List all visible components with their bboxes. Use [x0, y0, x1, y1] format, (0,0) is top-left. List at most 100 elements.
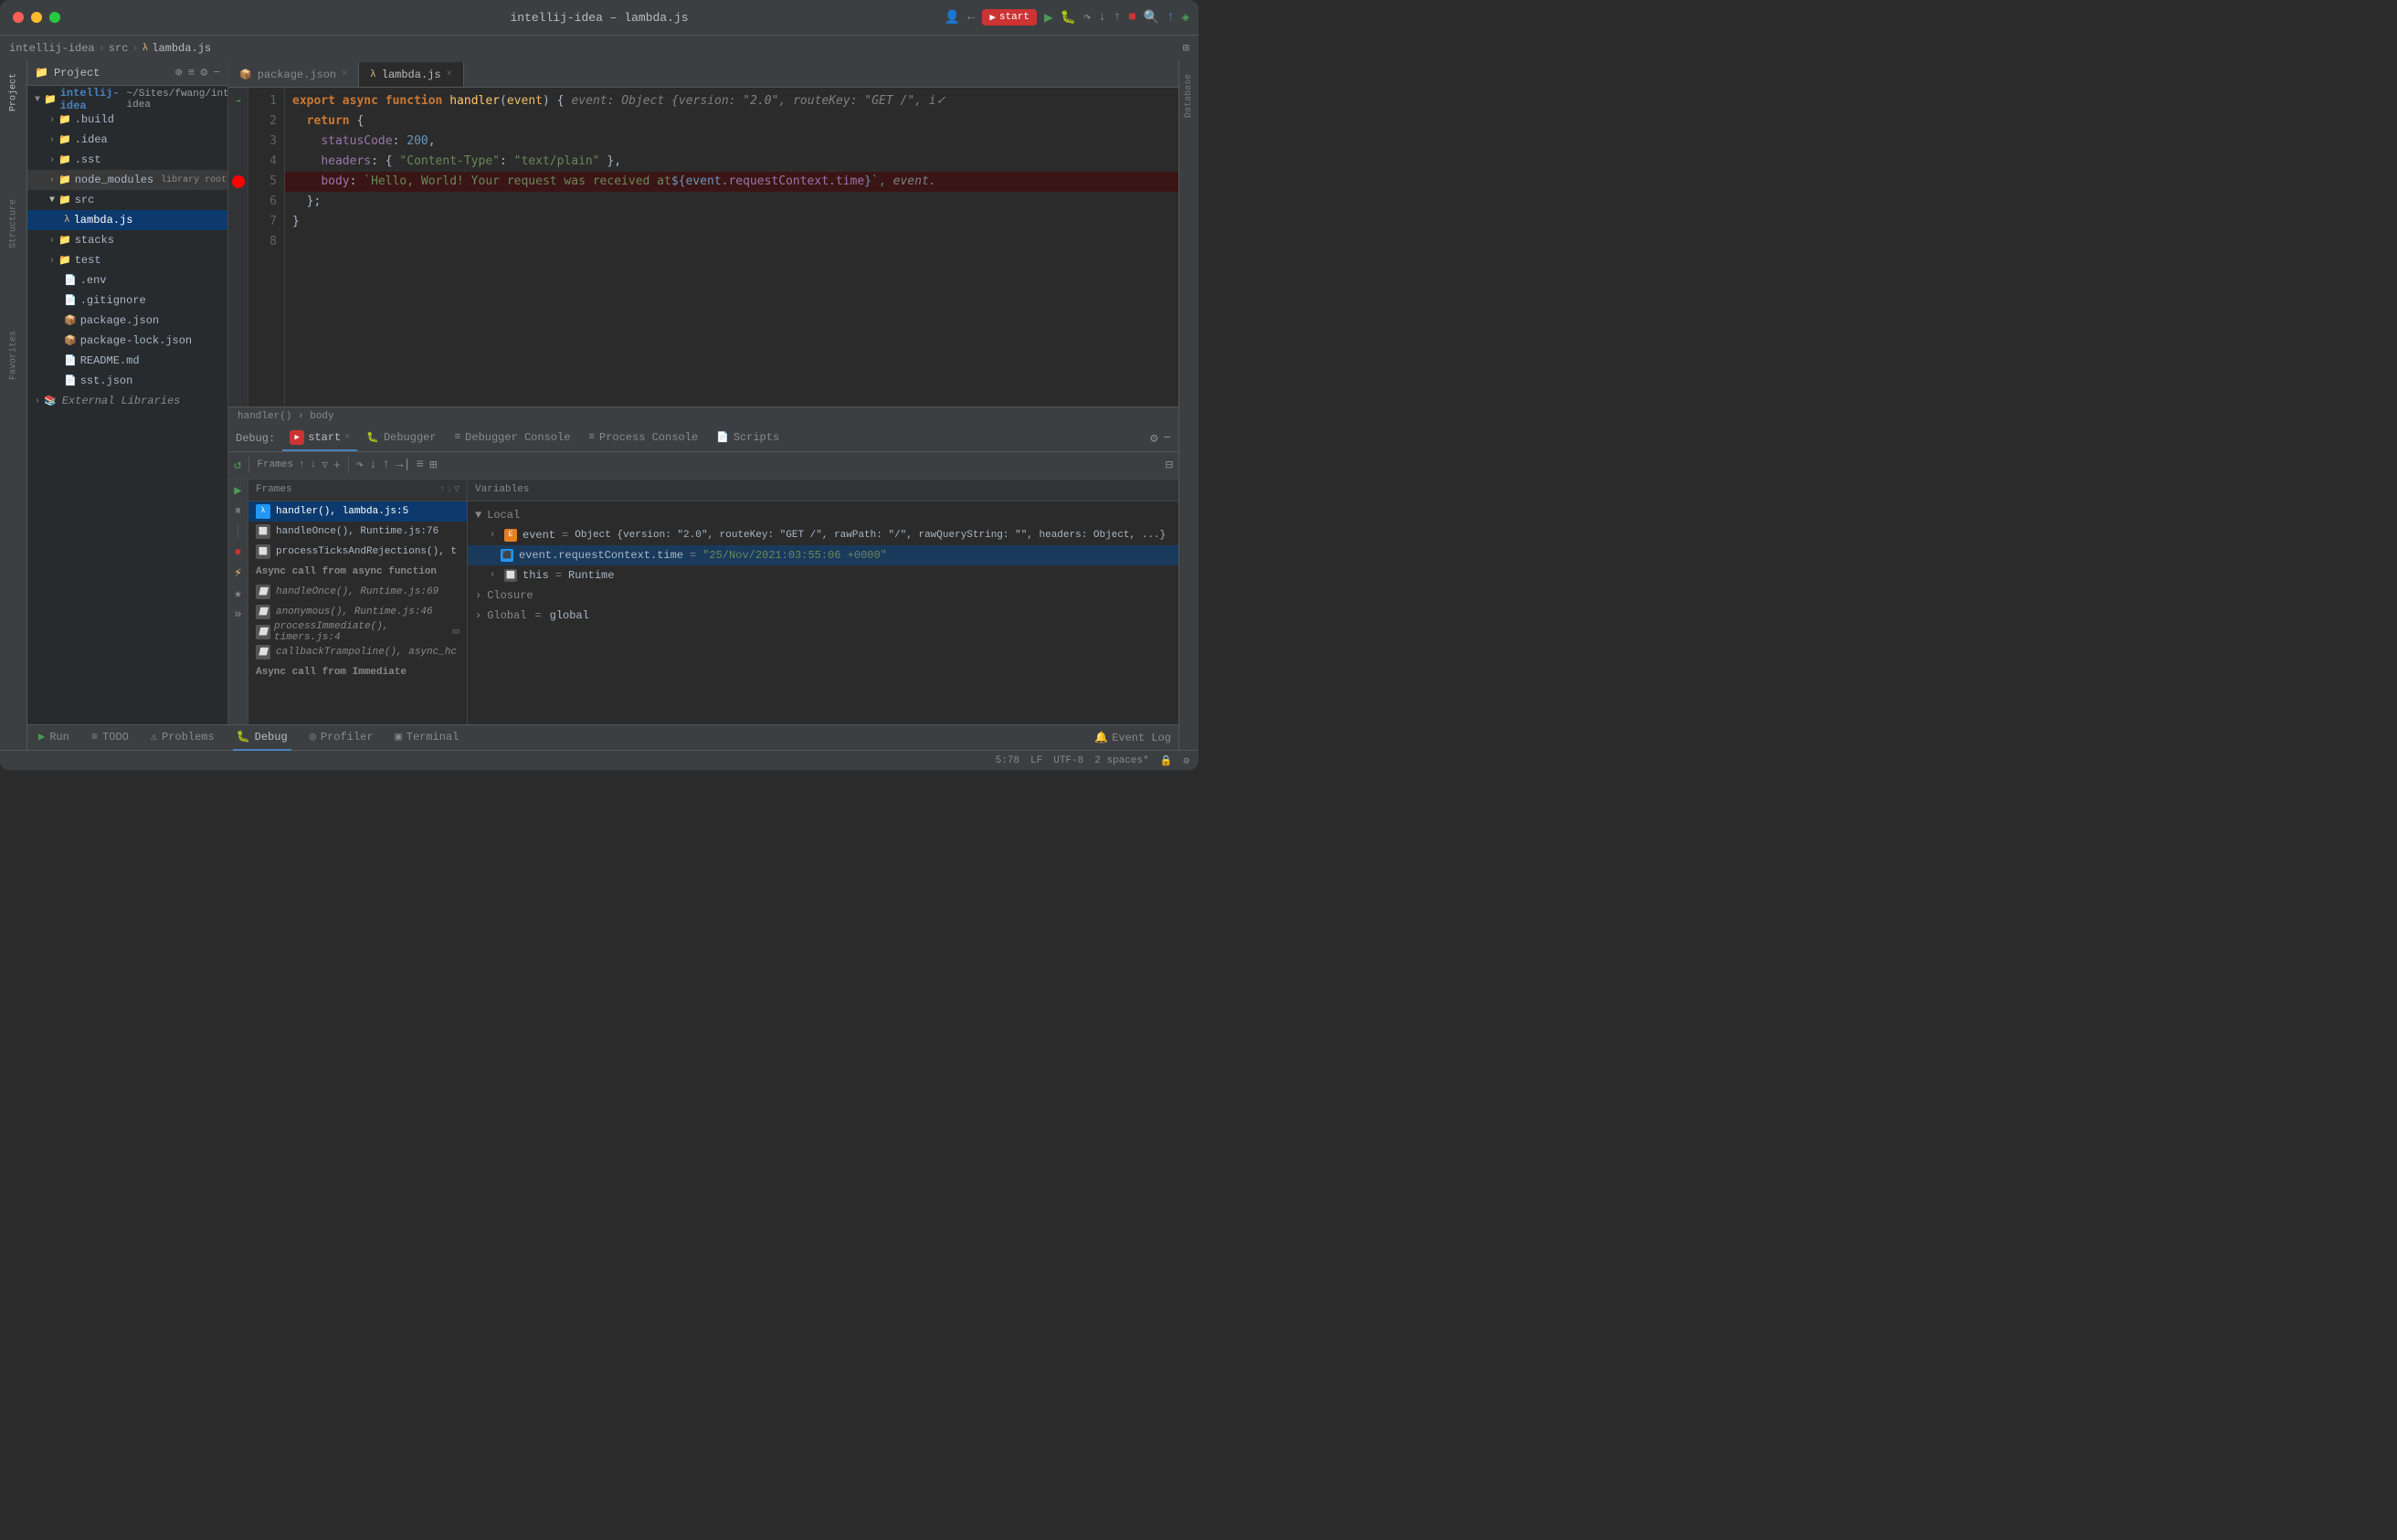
project-tab[interactable]: Project — [3, 65, 25, 120]
run-btn[interactable]: ▶ — [1044, 8, 1053, 26]
frame-handler[interactable]: λ handler(), lambda.js:5 — [248, 501, 467, 522]
var-this[interactable]: › ⬜ this = Runtime — [468, 565, 1178, 585]
breadcrumb-file[interactable]: λ lambda.js — [143, 42, 211, 55]
section-closure[interactable]: › Closure — [468, 585, 1178, 606]
var-event-time[interactable]: ⬛ event.requestContext.time = "25/Nov/20… — [468, 545, 1178, 565]
section-global[interactable]: › Global = global — [468, 606, 1178, 626]
debug-tab-scripts[interactable]: 📄 Scripts — [707, 426, 788, 451]
bottom-tab-terminal[interactable]: ▣ Terminal — [392, 725, 463, 751]
run-to-cursor-btn[interactable]: →| — [396, 458, 411, 472]
tab-close-package-json[interactable]: × — [342, 69, 347, 79]
debug-minimize-icon[interactable]: − — [1164, 431, 1171, 446]
tree-item-src[interactable]: ▼ 📁 src — [27, 190, 227, 210]
tab-close-lambda-js[interactable]: × — [447, 69, 452, 79]
tab-lambda-js[interactable]: λ lambda.js × — [359, 62, 463, 87]
settings-icon-status[interactable]: ⚙ — [1183, 754, 1189, 767]
tree-item-lambda[interactable]: λ lambda.js — [27, 210, 227, 230]
tree-item-idea[interactable]: › 📁 .idea — [27, 130, 227, 150]
tree-item-sst[interactable]: › 📁 .sst — [27, 150, 227, 170]
breadcrumb-actions[interactable]: ⊞ — [1183, 41, 1189, 55]
frames-controls[interactable]: ↑ ↓ ▽ — [439, 484, 459, 495]
session-close[interactable]: × — [344, 433, 350, 443]
line-ending[interactable]: LF — [1030, 755, 1042, 766]
bottom-tab-run[interactable]: ▶ Run — [35, 725, 73, 751]
expand-frames-icon[interactable]: ↑ — [299, 459, 305, 470]
cursor-position[interactable]: 5:78 — [996, 755, 1019, 766]
debug-tab-console[interactable]: ≡ Debugger Console — [446, 426, 580, 451]
tree-item-readme[interactable]: 📄 README.md — [27, 351, 227, 371]
minimize-button[interactable] — [31, 12, 42, 23]
bottom-tab-todo[interactable]: ≡ TODO — [88, 725, 132, 751]
tree-item-build[interactable]: › 📁 .build — [27, 110, 227, 130]
pause-icon-side[interactable]: ⏸ — [235, 504, 241, 518]
frame-handleonce-69[interactable]: ⬜ handleOnce(), Runtime.js:69 — [248, 582, 467, 602]
tab-package-json[interactable]: 📦 package.json × — [228, 62, 359, 87]
frames-filter-icon[interactable]: ▽ — [454, 484, 459, 495]
tree-item-env[interactable]: 📄 .env — [27, 270, 227, 290]
indent[interactable]: 2 spaces* — [1094, 755, 1148, 766]
lightning-icon-side[interactable]: ⚡ — [234, 565, 241, 581]
tree-item-external-libs[interactable]: › 📚 External Libraries — [27, 391, 227, 411]
frames-down-icon[interactable]: ↓ — [447, 485, 452, 495]
update-btn[interactable]: ↑ — [1167, 10, 1174, 25]
search-btn[interactable]: 🔍 — [1144, 10, 1159, 26]
encoding[interactable]: UTF-8 — [1053, 755, 1083, 766]
debug-right-icons[interactable]: ⊟ — [1166, 458, 1173, 473]
code-editor[interactable]: → 1 2 3 4 5 — [228, 88, 1178, 406]
tree-item-sst-json[interactable]: 📄 sst.json — [27, 371, 227, 391]
layout-icon[interactable]: ⊟ — [1166, 458, 1173, 473]
tree-root[interactable]: ▼ 📁 intellij-idea ~/Sites/fwang/intellij… — [27, 90, 227, 110]
filter-icon[interactable]: ▽ — [322, 459, 328, 471]
bottom-tab-debug[interactable]: 🐛 Debug — [233, 725, 291, 751]
step-over-btn-debug[interactable]: ↷ — [356, 458, 364, 473]
locate-icon[interactable]: ⊕ — [175, 66, 183, 79]
breadcrumb-project[interactable]: intellij-idea — [9, 42, 95, 55]
star-icon-side[interactable]: ★ — [234, 586, 241, 602]
project-panel-icons[interactable]: ⊕ ≡ ⚙ − — [175, 66, 220, 79]
frames-up-icon[interactable]: ↑ — [439, 485, 445, 495]
maximize-button[interactable] — [49, 12, 60, 23]
more-icon-side[interactable]: » — [234, 607, 241, 622]
var-event[interactable]: › E event = Object {version: "2.0", rout… — [468, 525, 1178, 545]
step-out-btn-debug[interactable]: ↑ — [383, 458, 390, 472]
settings-icon[interactable]: ⚙ — [200, 66, 207, 79]
frame-process-ticks[interactable]: ⬜ processTicksAndRejections(), t — [248, 542, 467, 562]
tree-item-package-json[interactable]: 📦 package.json — [27, 311, 227, 331]
tree-item-gitignore[interactable]: 📄 .gitignore — [27, 290, 227, 311]
favorites-tab[interactable]: Favorites — [3, 328, 25, 383]
step-into-btn-debug[interactable]: ↓ — [369, 458, 376, 472]
breadcrumb-src[interactable]: src — [109, 42, 129, 55]
step-out-btn[interactable]: ↑ — [1114, 10, 1121, 25]
collapse-frames-icon[interactable]: ↓ — [311, 459, 317, 470]
bottom-tab-profiler[interactable]: ◎ Profiler — [306, 725, 377, 751]
debug-tab-process-console[interactable]: ≡ Process Console — [579, 426, 707, 451]
frame-process-immediate[interactable]: ⬜ processImmediate(), timers.js:4 ∞ — [248, 622, 467, 642]
plugin-btn[interactable]: ◈ — [1182, 10, 1189, 26]
back-icon[interactable]: ← — [967, 10, 975, 25]
user-icon[interactable]: 👤 — [945, 10, 960, 26]
debug-tab-debugger[interactable]: 🐛 Debugger — [357, 426, 445, 451]
close-button[interactable] — [13, 12, 24, 23]
restart-debug-icon[interactable]: ↺ — [234, 458, 241, 473]
debug-btn[interactable]: 🐛 — [1061, 10, 1076, 26]
breakpoint-icon-side[interactable]: ● — [234, 545, 241, 560]
window-controls[interactable] — [13, 12, 60, 23]
tree-item-node-modules[interactable]: › 📁 node_modules library root — [27, 170, 227, 190]
tree-item-stacks[interactable]: › 📁 stacks — [27, 230, 227, 250]
section-local[interactable]: ▼ Local — [468, 505, 1178, 525]
add-frame-icon[interactable]: + — [333, 459, 341, 472]
stream-btn[interactable]: ⊞ — [429, 458, 437, 473]
minimize-panel-icon[interactable]: − — [213, 66, 220, 79]
step-over-btn[interactable]: ↷ — [1083, 10, 1091, 26]
step-into-btn[interactable]: ↓ — [1099, 10, 1106, 25]
debug-settings-icon[interactable]: ⚙ — [1150, 431, 1157, 447]
debug-tab-actions[interactable]: ⚙ − — [1150, 431, 1171, 447]
debug-session-tab[interactable]: ▶ start × — [282, 426, 357, 451]
evaluate-btn[interactable]: ≡ — [417, 458, 424, 472]
run-config-btn[interactable]: ▶start — [982, 9, 1037, 26]
tree-item-test[interactable]: › 📁 test — [27, 250, 227, 270]
collapse-icon[interactable]: ≡ — [188, 66, 195, 79]
event-log-btn[interactable]: 🔔 Event Log — [1094, 731, 1171, 744]
frame-callback-trampoline[interactable]: ⬜ callbackTrampoline(), async_hc — [248, 642, 467, 662]
structure-icon[interactable]: ⊞ — [1183, 41, 1189, 55]
